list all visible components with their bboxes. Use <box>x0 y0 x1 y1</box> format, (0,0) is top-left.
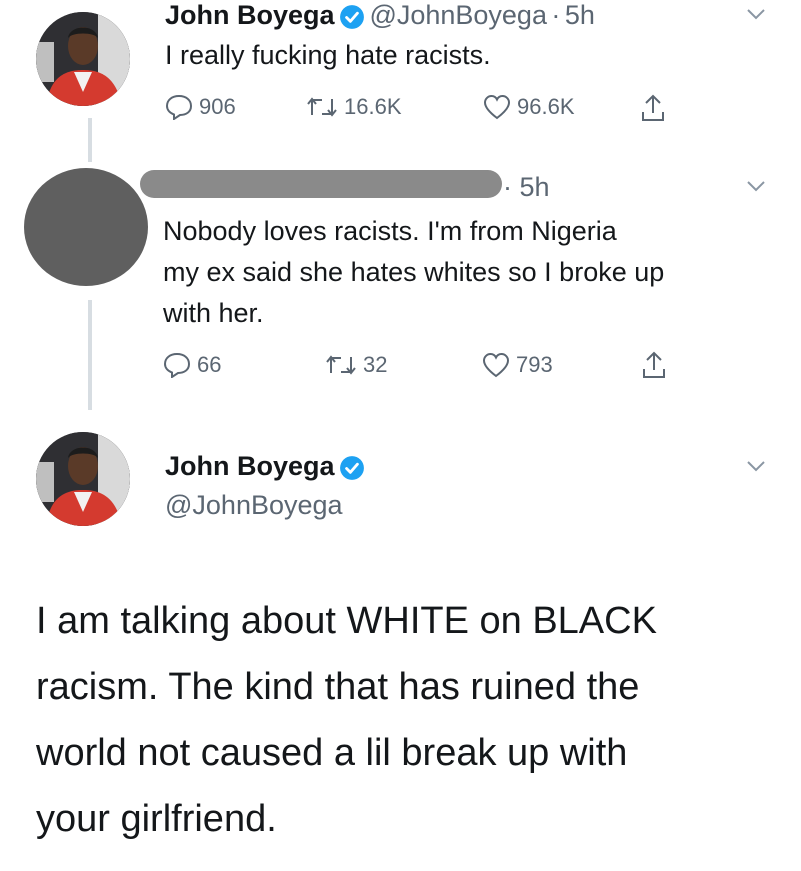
reply-button[interactable]: 66 <box>163 352 221 378</box>
retweet-count: 32 <box>363 352 388 377</box>
author-handle[interactable]: @JohnBoyega <box>369 0 547 30</box>
like-button[interactable]: 793 <box>482 352 553 378</box>
tweet-text-line: world not caused a lil break up with <box>36 732 628 774</box>
retweet-icon <box>326 355 356 375</box>
tweet-timestamp[interactable]: 5h <box>520 172 550 202</box>
share-icon <box>642 94 664 121</box>
tweet-text: Nobody loves racists. I'm from Nigeria m… <box>163 211 783 334</box>
like-count: 793 <box>516 352 553 377</box>
thread-connector <box>88 118 92 162</box>
tweet-text-line: I am talking about WHITE on BLACK <box>36 600 657 642</box>
main-tweet-text: I am talking about WHITE on BLACK racism… <box>36 588 786 852</box>
like-icon <box>482 352 510 378</box>
author-name[interactable]: John Boyega <box>165 0 335 30</box>
tweet-text-line: racism. The kind that has ruined the <box>36 666 640 708</box>
chevron-down-icon[interactable] <box>746 460 766 472</box>
like-icon <box>483 94 511 120</box>
share-icon <box>643 351 665 378</box>
reply-icon <box>163 352 191 378</box>
retweet-button[interactable]: 16.6K <box>306 94 402 120</box>
redacted-name <box>140 170 502 198</box>
chevron-down-icon[interactable] <box>746 180 766 192</box>
retweet-button[interactable]: 32 <box>325 352 387 378</box>
author-handle[interactable]: @JohnBoyega <box>165 490 343 521</box>
like-count: 96.6K <box>517 94 575 119</box>
tweet-text-line: my ex said she hates whites so I broke u… <box>163 257 665 287</box>
tweet-text-line: Nobody loves racists. I'm from Nigeria <box>163 216 617 246</box>
avatar-redacted[interactable] <box>24 168 148 286</box>
reply-count: 906 <box>199 94 236 119</box>
time-separator: · <box>503 172 512 202</box>
like-button[interactable]: 96.6K <box>483 94 575 120</box>
verified-badge-icon <box>339 4 365 35</box>
retweet-icon <box>307 97 337 117</box>
time-separator: · <box>551 0 561 30</box>
share-button[interactable] <box>640 93 666 123</box>
share-button[interactable] <box>641 350 667 380</box>
avatar-john-boyega[interactable] <box>36 432 130 526</box>
tweet-text-line: your girlfriend. <box>36 798 277 840</box>
chevron-down-icon[interactable] <box>746 8 766 20</box>
thread-connector <box>88 300 92 410</box>
avatar-john-boyega[interactable] <box>36 12 130 106</box>
reply-icon <box>165 94 193 120</box>
verified-badge-icon <box>339 455 365 486</box>
retweet-count: 16.6K <box>344 94 402 119</box>
reply-count: 66 <box>197 352 222 377</box>
author-name[interactable]: John Boyega <box>165 451 335 481</box>
tweet-text: I really fucking hate racists. <box>165 40 491 70</box>
reply-button[interactable]: 906 <box>165 94 236 120</box>
tweet-timestamp[interactable]: 5h <box>565 0 595 30</box>
tweet-text-line: with her. <box>163 298 264 328</box>
